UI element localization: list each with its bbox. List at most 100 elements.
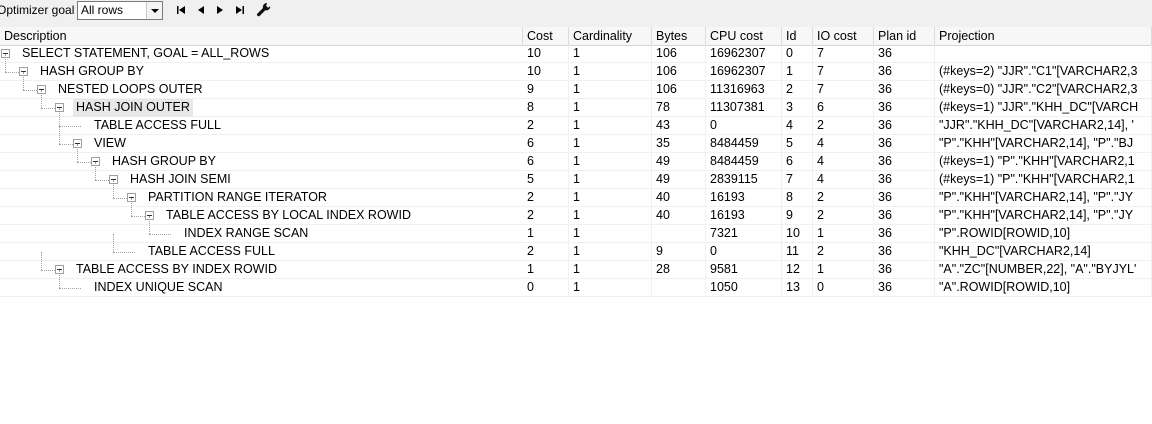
col-cost-cell: 9 <box>523 81 569 99</box>
col-bytes-cell: 106 <box>652 81 706 99</box>
table-row[interactable]: TABLE ACCESS FULL 2 1 43 0 4 2 36 "JJR"."KHH_DC"… <box>0 108 1152 135</box>
col-cardinality-cell: 1 <box>569 63 652 81</box>
col-bytes-cell: 43 <box>652 117 706 135</box>
table-row[interactable]: TABLE ACCESS BY INDEX ROWID 1 1 28 9581 12 1 36… <box>0 252 1152 279</box>
col-id-cell: 0 <box>782 45 813 63</box>
col-plan-id-cell: 36 <box>874 225 935 243</box>
col-cpu-cost-cell: 16193 <box>706 207 782 225</box>
tree-connector <box>77 162 91 163</box>
operation-description: TABLE ACCESS FULL <box>94 118 221 132</box>
col-plan-id-cell: 36 <box>874 243 935 261</box>
table-row[interactable]: SELECT STATEMENT, GOAL = ALL_ROWS 10 1 106 1… <box>0 45 1152 63</box>
col-cpu-cost-cell: 0 <box>706 117 782 135</box>
col-cardinality-cell: 1 <box>569 207 652 225</box>
first-icon[interactable] <box>174 2 190 18</box>
col-io-cost-cell: 2 <box>813 189 874 207</box>
col-cardinality-cell: 1 <box>569 99 652 117</box>
last-icon[interactable] <box>231 2 247 18</box>
col-cardinality-cell: 1 <box>569 153 652 171</box>
col-plan-id-header[interactable]: Plan id <box>874 27 935 45</box>
col-bytes-header[interactable]: Bytes <box>652 27 706 45</box>
table-row[interactable]: NESTED LOOPS OUTER 9 1 106 11316963 2 7 36 (#key… <box>0 72 1152 99</box>
tree-connector <box>41 90 42 108</box>
table-row[interactable]: PARTITION RANGE ITERATOR 2 1 40 16193 8 2 36 "P"… <box>0 180 1152 207</box>
table-row[interactable]: TABLE ACCESS FULL 2 1 9 0 11 2 36 "KHH_DC"[VARCH… <box>0 234 1152 261</box>
col-cpu-cost-header[interactable]: CPU cost <box>706 27 782 45</box>
table-row[interactable]: INDEX RANGE SCAN 1 1 7321 10 1 36 "P".ROWID[ROW… <box>0 216 1152 243</box>
col-cost-cell: 0 <box>523 279 569 297</box>
col-io-cost-cell: 0 <box>813 279 874 297</box>
chevron-down-icon[interactable] <box>146 2 162 19</box>
col-cpu-cost-cell: 11316963 <box>706 81 782 99</box>
table-row[interactable]: TABLE ACCESS BY LOCAL INDEX ROWID 2 1 40 161… <box>0 198 1152 225</box>
operation-description: INDEX RANGE SCAN <box>184 226 309 240</box>
col-io-cost-cell: 7 <box>813 81 874 99</box>
col-cpu-cost-cell: 8484459 <box>706 153 782 171</box>
col-cardinality-header[interactable]: Cardinality <box>569 27 652 45</box>
wrench-icon[interactable] <box>256 2 272 18</box>
col-cost-cell: 1 <box>523 225 569 243</box>
col-io-cost-header[interactable]: IO cost <box>813 27 874 45</box>
table-row[interactable]: HASH GROUP BY 10 1 106 16962307 1 7 36 (#keys=2)… <box>0 54 1152 81</box>
col-cardinality-cell: 1 <box>569 279 652 297</box>
tree-connector <box>5 54 6 72</box>
col-plan-id-cell: 36 <box>874 279 935 297</box>
tree-connector <box>23 72 24 90</box>
col-id-cell: 3 <box>782 99 813 117</box>
next-icon[interactable] <box>212 2 228 18</box>
operation-description: TABLE ACCESS FULL <box>148 244 275 258</box>
prev-icon[interactable] <box>193 2 209 18</box>
table-row[interactable]: VIEW 6 1 35 8484459 5 4 36 "P"."KHH"[VARCHAR2,14… <box>0 126 1152 153</box>
table-row[interactable]: HASH GROUP BY 6 1 49 8484459 6 4 36 (#keys=1) "P… <box>0 144 1152 171</box>
col-cost-cell: 2 <box>523 189 569 207</box>
col-plan-id-cell: 36 <box>874 153 935 171</box>
col-cpu-cost-cell: 16962307 <box>706 45 782 63</box>
col-projection-cell: (#keys=1) "P"."KHH"[VARCHAR2,1 <box>935 153 1152 171</box>
col-bytes-cell: 9 <box>652 243 706 261</box>
col-id-cell: 13 <box>782 279 813 297</box>
operation-description: HASH JOIN SEMI <box>130 172 231 186</box>
table-row[interactable]: HASH JOIN SEMI 5 1 49 2839115 7 4 36 (#keys=1) "… <box>0 162 1152 189</box>
tree-connector <box>113 252 135 253</box>
col-id-cell: 2 <box>782 81 813 99</box>
tree-connector <box>59 144 73 145</box>
col-cardinality-cell: 1 <box>569 81 652 99</box>
tree-connector <box>59 108 60 126</box>
col-cost-cell: 1 <box>523 261 569 279</box>
col-cpu-cost-cell: 8484459 <box>706 135 782 153</box>
operation-description: HASH GROUP BY <box>40 64 144 78</box>
tree-connector <box>41 108 55 109</box>
col-projection-cell: (#keys=2) "JJR"."C1"[VARCHAR2,3 <box>935 63 1152 81</box>
col-bytes-cell: 106 <box>652 63 706 81</box>
table-row[interactable]: INDEX UNIQUE SCAN 0 1 1050 13 0 36 "A".ROWID[RO… <box>0 270 1152 297</box>
optimizer-goal-select[interactable]: All rows <box>77 1 163 20</box>
col-plan-id-cell: 36 <box>874 189 935 207</box>
col-io-cost-cell: 2 <box>813 117 874 135</box>
col-io-cost-cell: 7 <box>813 63 874 81</box>
col-projection-header[interactable]: Projection <box>935 27 1152 45</box>
col-io-cost-cell: 4 <box>813 171 874 189</box>
col-cpu-cost-cell: 2839115 <box>706 171 782 189</box>
col-plan-id-cell: 36 <box>874 81 935 99</box>
grid-header: Description Cost Cardinality Bytes CPU cost I… <box>0 27 1152 46</box>
col-id-cell: 5 <box>782 135 813 153</box>
tree-connector <box>149 234 171 235</box>
operation-description: INDEX UNIQUE SCAN <box>94 280 223 294</box>
col-cost-cell: 10 <box>523 45 569 63</box>
col-bytes-cell: 35 <box>652 135 706 153</box>
col-plan-id-cell: 36 <box>874 45 935 63</box>
col-id-cell: 1 <box>782 63 813 81</box>
table-row[interactable]: HASH JOIN OUTER 8 1 78 11307381 3 6 36 (#keys=1)… <box>0 90 1152 117</box>
operation-description: VIEW <box>94 136 126 150</box>
col-projection-cell: "KHH_DC"[VARCHAR2,14] <box>935 243 1152 261</box>
operation-description: HASH GROUP BY <box>112 154 216 168</box>
col-cost-header[interactable]: Cost <box>523 27 569 45</box>
col-description-header[interactable]: Description <box>0 27 523 45</box>
col-projection-cell: (#keys=0) "JJR"."C2"[VARCHAR2,3 <box>935 81 1152 99</box>
tree-connector <box>59 288 81 289</box>
col-plan-id-cell: 36 <box>874 171 935 189</box>
operation-description: NESTED LOOPS OUTER <box>58 82 203 96</box>
col-bytes-cell: 106 <box>652 45 706 63</box>
col-id-header[interactable]: Id <box>782 27 813 45</box>
col-bytes-cell: 40 <box>652 207 706 225</box>
